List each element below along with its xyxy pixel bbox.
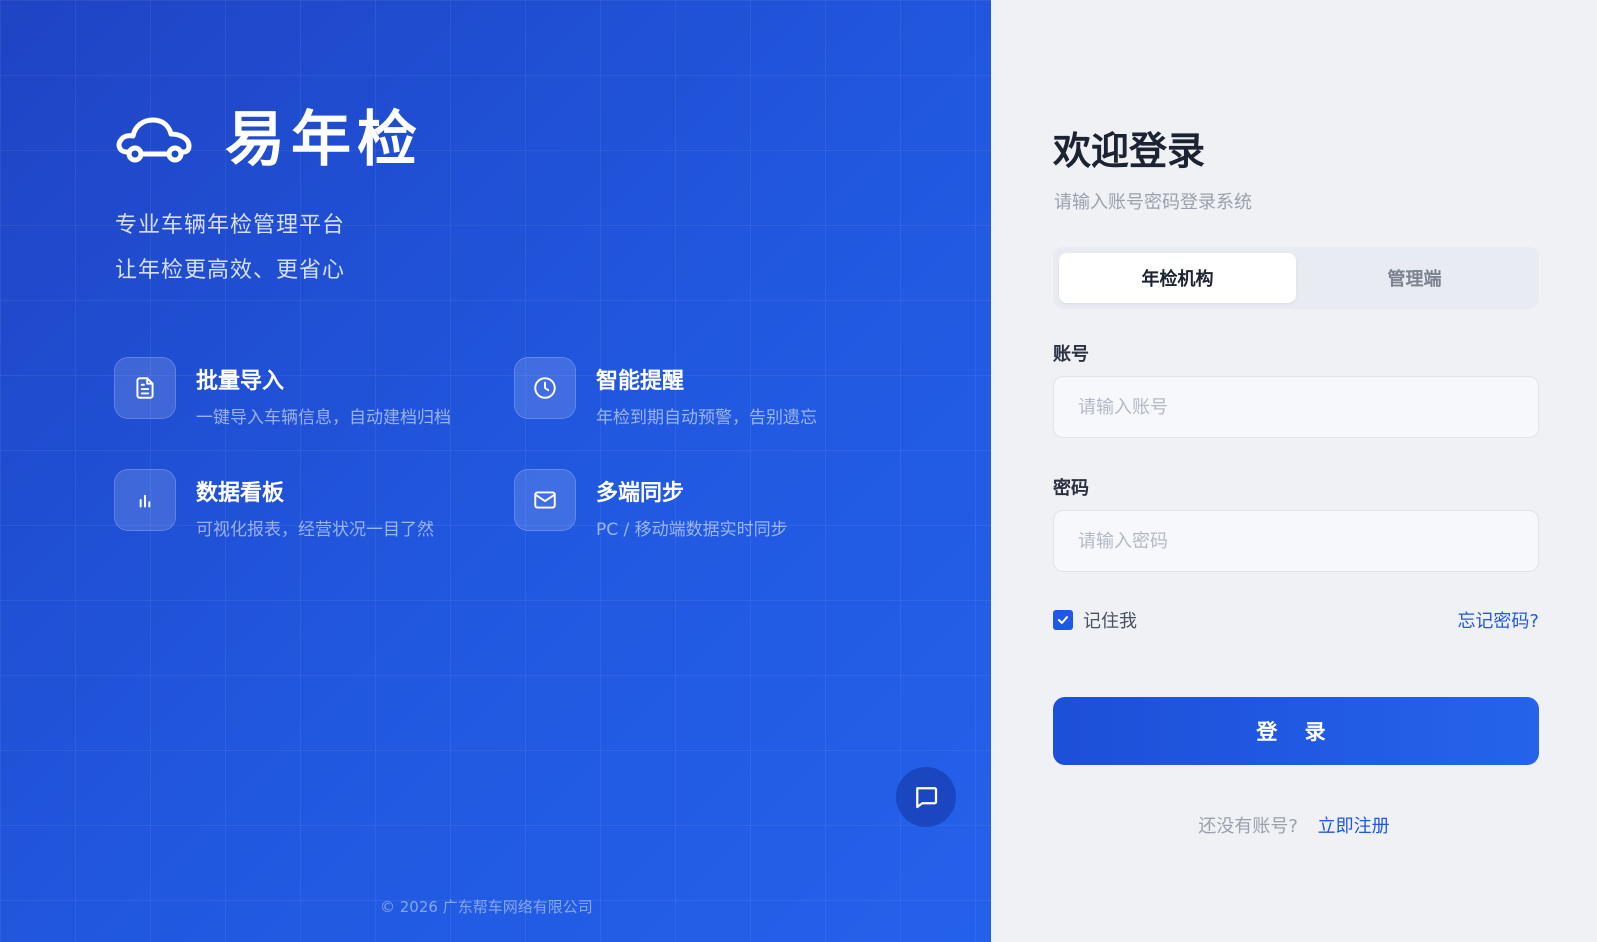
car-cloud-icon (116, 117, 192, 163)
password-input[interactable] (1053, 510, 1539, 572)
bar-chart-icon (114, 469, 176, 531)
mail-icon (514, 469, 576, 531)
register-question: 还没有账号? (1198, 816, 1298, 837)
feature-batch-import: 批量导入 一键导入车辆信息，自动建档归档 (114, 357, 451, 428)
login-panel: 欢迎登录 请输入账号密码登录系统 年检机构 管理端 账号 密码 记住我 忘记密码… (991, 0, 1597, 942)
feature-title: 智能提醒 (596, 369, 685, 394)
document-icon (114, 357, 176, 419)
feature-title: 多端同步 (596, 481, 685, 506)
feature-dashboard: 数据看板 可视化报表，经营状况一目了然 (114, 469, 434, 540)
account-input[interactable] (1053, 376, 1539, 438)
login-heading: 欢迎登录 (1053, 129, 1206, 173)
forgot-password-link[interactable]: 忘记密码? (1457, 607, 1539, 633)
register-prompt: 还没有账号? 立即注册 (991, 812, 1597, 838)
brand-title: 易年检 (225, 105, 423, 175)
login-subtitle: 请输入账号密码登录系统 (1054, 192, 1252, 213)
brand-header: 易年检 (113, 100, 423, 180)
remember-checkbox[interactable] (1053, 610, 1073, 630)
remember-me: 记住我 (1053, 607, 1137, 633)
chat-button[interactable] (896, 767, 956, 827)
feature-desc: 一键导入车辆信息，自动建档归档 (196, 408, 451, 428)
copyright: © 2026 广东帮车网络有限公司 (380, 898, 593, 916)
tab-inspection-agency[interactable]: 年检机构 (1059, 253, 1296, 303)
register-link[interactable]: 立即注册 (1318, 816, 1390, 837)
feature-smart-reminder: 智能提醒 年检到期自动预警，告别遗忘 (514, 357, 817, 428)
tagline-primary: 专业车辆年检管理平台 (115, 213, 346, 238)
chat-bubble-icon (916, 787, 938, 809)
account-label: 账号 (1053, 344, 1089, 365)
tab-admin[interactable]: 管理端 (1296, 253, 1533, 303)
password-label: 密码 (1053, 478, 1089, 499)
tagline-secondary: 让年检更高效、更省心 (115, 258, 346, 283)
brand-panel: 易年检 专业车辆年检管理平台 让年检更高效、更省心 批量导入 一键导入车辆信息，… (0, 0, 991, 942)
login-type-tabs: 年检机构 管理端 (1053, 247, 1539, 309)
feature-title: 批量导入 (196, 369, 285, 394)
remember-label: 记住我 (1083, 611, 1137, 632)
clock-icon (514, 357, 576, 419)
feature-title: 数据看板 (196, 481, 285, 506)
feature-desc: PC / 移动端数据实时同步 (596, 520, 788, 540)
feature-multi-sync: 多端同步 PC / 移动端数据实时同步 (514, 469, 788, 540)
feature-desc: 可视化报表，经营状况一目了然 (196, 520, 434, 540)
check-icon (1057, 616, 1069, 624)
feature-desc: 年检到期自动预警，告别遗忘 (596, 408, 817, 428)
login-button[interactable]: 登 录 (1053, 697, 1539, 765)
